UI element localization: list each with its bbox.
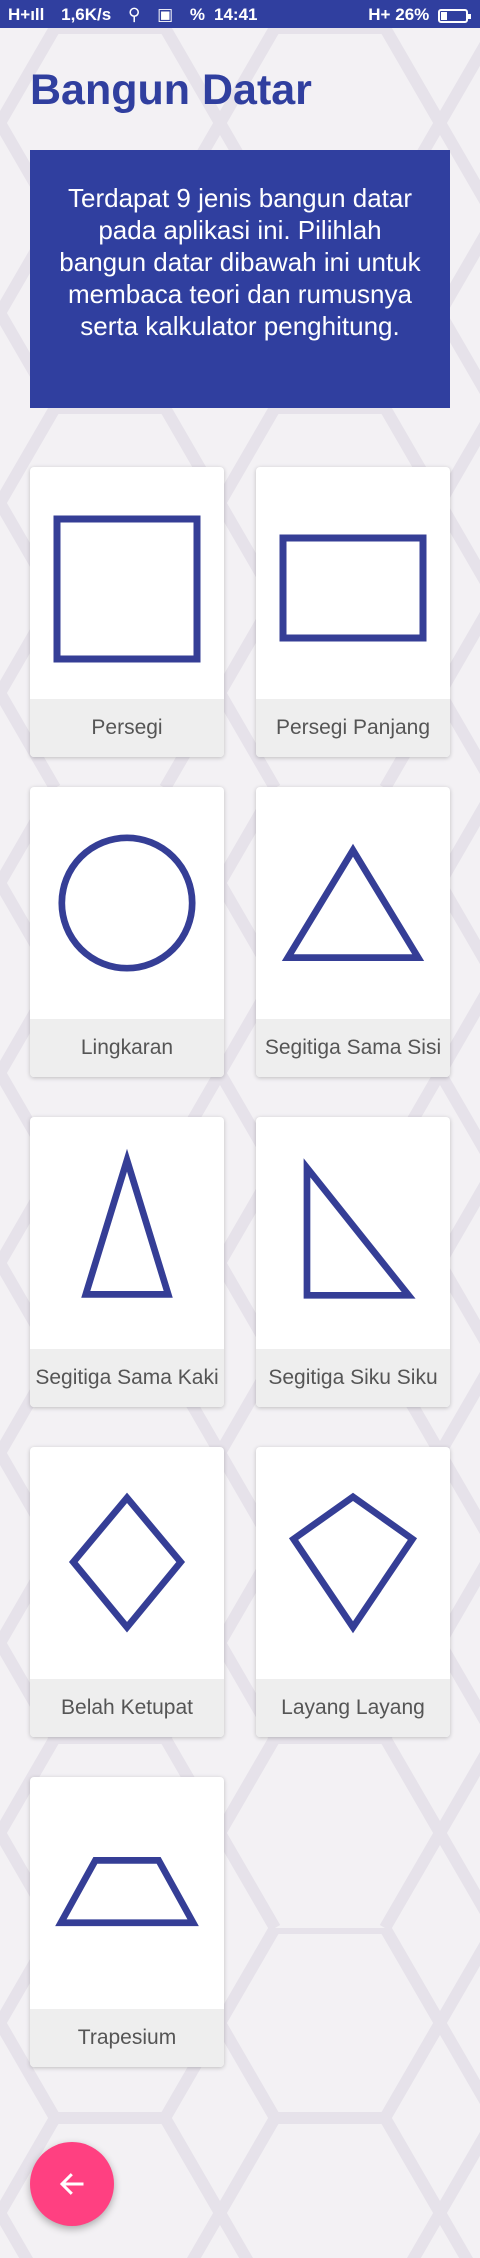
network-speed: 1,6K/s [61, 5, 112, 24]
card-image [30, 1117, 224, 1349]
card-segitiga-sama-sisi[interactable]: Segitiga Sama Sisi [256, 787, 450, 1077]
card-label: Trapesium [30, 2009, 224, 2067]
circle-icon [58, 834, 196, 972]
card-trapesium[interactable]: Trapesium [30, 1777, 224, 2067]
equilateral-triangle-icon [281, 843, 425, 961]
battery-percent: 26% [395, 5, 430, 24]
right-triangle-icon [303, 1158, 416, 1299]
square-icon [53, 515, 201, 663]
usb-icon: ⚲ [127, 5, 141, 24]
card-persegi[interactable]: Persegi [30, 467, 224, 757]
trapezoid-icon [55, 1857, 199, 1927]
signal-indicator: H+ [368, 5, 391, 24]
card-image [256, 467, 450, 699]
percent-icon: % [189, 5, 206, 24]
card-image [30, 467, 224, 699]
network-indicator: H+ıll [8, 5, 45, 24]
status-bar-right: H+ 26% [368, 5, 471, 25]
card-label: Lingkaran [30, 1019, 224, 1077]
card-image [30, 1777, 224, 2009]
card-image [256, 1447, 450, 1679]
battery-icon [438, 9, 471, 23]
clock: 14:41 [214, 5, 258, 24]
card-image [256, 1117, 450, 1349]
card-image [256, 787, 450, 1019]
card-image [30, 1447, 224, 1679]
rhombus-icon [68, 1492, 186, 1633]
card-label: Layang Layang [256, 1679, 450, 1737]
card-segitiga-sama-kaki[interactable]: Segitiga Sama Kaki [30, 1117, 224, 1407]
back-button[interactable] [30, 2142, 114, 2226]
status-bar: H+ıll 1,6K/s ⚲ ▣ % 14:41 H+ 26% [0, 0, 480, 28]
page-title: Bangun Datar [30, 66, 312, 114]
card-label: Persegi [30, 699, 224, 757]
card-layang-layang[interactable]: Layang Layang [256, 1447, 450, 1737]
intro-box: Terdapat 9 jenis bangun datar pada aplik… [30, 150, 450, 408]
rectangle-icon [279, 534, 427, 642]
card-belah-ketupat[interactable]: Belah Ketupat [30, 1447, 224, 1737]
arrow-left-icon [59, 2173, 84, 2195]
kite-icon [288, 1492, 418, 1634]
card-lingkaran[interactable]: Lingkaran [30, 787, 224, 1077]
card-label: Belah Ketupat [30, 1679, 224, 1737]
card-label: Persegi Panjang [256, 699, 450, 757]
isosceles-triangle-icon [81, 1148, 173, 1298]
intro-text: Terdapat 9 jenis bangun datar pada aplik… [59, 183, 421, 341]
card-persegi-panjang[interactable]: Persegi Panjang [256, 467, 450, 757]
status-bar-left: H+ıll 1,6K/s ⚲ ▣ % [8, 5, 217, 25]
card-label: Segitiga Siku Siku [256, 1349, 450, 1407]
card-segitiga-siku-siku[interactable]: Segitiga Siku Siku [256, 1117, 450, 1407]
notification-icon: ▣ [157, 5, 174, 24]
card-label: Segitiga Sama Sisi [256, 1019, 450, 1077]
card-label: Segitiga Sama Kaki [30, 1349, 224, 1407]
card-image [30, 787, 224, 1019]
